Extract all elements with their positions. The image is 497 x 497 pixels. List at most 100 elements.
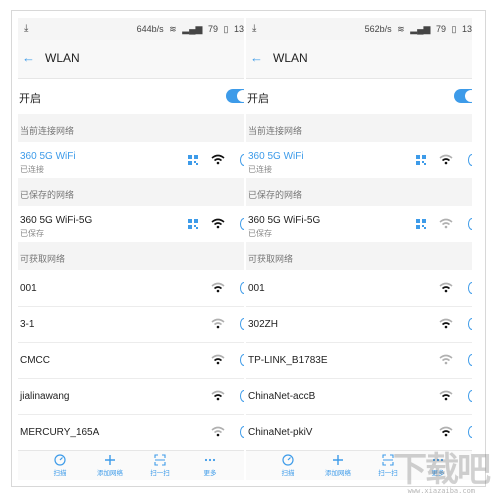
network-detail-icon[interactable] [468,318,472,330]
network-detail-icon[interactable] [240,154,244,166]
network-name: 001 [20,283,37,294]
network-item-connected[interactable]: 360 5G WiFi 已连接 [18,142,244,179]
network-name: 360 5G WiFi [248,151,304,162]
scan-button[interactable]: 扫描 [268,454,308,477]
wlan-screen-right: ⤓ 562b/s ≋ ▂▄▆ 79 ▯ 13 ← WLAN 开启 当前连接网络 … [246,18,472,480]
network-item-saved[interactable]: 360 5G WiFi-5G 已保存 [246,206,472,243]
add-network-button[interactable]: 添加网络 [90,454,130,477]
wifi-medium-icon [439,390,453,401]
wifi-medium-icon [211,390,225,401]
network-name: 360 5G WiFi [20,151,76,162]
clock: 13 [233,24,244,34]
qr-share-icon[interactable] [416,219,426,229]
network-item-available[interactable]: 3-1 [18,306,244,343]
wifi-weak-icon [439,218,453,229]
scan-icon [282,454,294,466]
wifi-medium-icon [211,354,225,365]
network-detail-icon[interactable] [468,354,472,366]
wifi-weak-icon [211,426,225,437]
network-detail-icon[interactable] [468,426,472,438]
bottom-toolbar: 扫描 添加网络 扫一扫 更多 [18,450,244,480]
network-item-available[interactable]: 302ZH [246,306,472,343]
qr-scan-icon [154,454,166,466]
network-detail-icon[interactable] [240,426,244,438]
wlan-toggle-row[interactable]: 开启 [18,78,244,114]
status-bar: ⤓ 562b/s ≋ ▂▄▆ 79 ▯ 13 [246,18,472,40]
qr-share-icon[interactable] [416,155,426,165]
network-name: 360 5G WiFi-5G [248,215,321,226]
network-item-available[interactable]: MERCURY_165A [18,414,244,451]
signal-icon: ▂▄▆ [410,24,431,34]
network-name: ChinaNet-accB [248,391,316,402]
title-bar: ← WLAN [246,40,472,79]
battery-icon: ▯ [451,24,457,34]
download-icon: ⤓ [24,23,29,34]
battery-level: 79 [435,24,446,34]
battery-level: 79 [207,24,218,34]
network-detail-icon[interactable] [468,390,472,402]
network-name: jialinawang [20,391,70,402]
network-name: MERCURY_165A [20,427,100,438]
network-status: 已保存 [248,229,272,238]
section-header-saved: 已保存的网络 [18,178,244,206]
wlan-toggle-row[interactable]: 开启 [246,78,472,114]
network-name: CMCC [20,355,50,366]
section-header-connected: 当前连接网络 [18,114,244,142]
battery-icon: ▯ [223,24,229,34]
wlan-toggle-switch[interactable] [226,89,244,103]
wifi-weak-icon [439,354,453,365]
network-detail-icon[interactable] [240,218,244,230]
wifi-status-icon: ≋ [169,24,177,34]
network-item-available[interactable]: ChinaNet-accB [246,378,472,415]
status-bar: ⤓ 644b/s ≋ ▂▄▆ 79 ▯ 13 [18,18,244,40]
network-item-saved[interactable]: 360 5G WiFi-5G 已保存 [18,206,244,243]
wlan-toggle-switch[interactable] [454,89,472,103]
network-item-available[interactable]: TP-LINK_B1783E [246,342,472,379]
network-name: 360 5G WiFi-5G [20,215,93,226]
wifi-weak-icon [211,318,225,329]
network-item-available[interactable]: CMCC [18,342,244,379]
download-icon: ⤓ [252,23,257,34]
network-item-available[interactable]: 001 [246,270,472,307]
qr-share-icon[interactable] [188,155,198,165]
plus-icon [333,455,343,465]
network-name: 3-1 [20,319,35,330]
network-detail-icon[interactable] [240,282,244,294]
wlan-screen-left: ⤓ 644b/s ≋ ▂▄▆ 79 ▯ 13 ← WLAN 开启 当前连接网络 … [18,18,244,480]
more-button[interactable]: 更多 [190,454,230,477]
more-icon [204,458,216,462]
network-detail-icon[interactable] [240,390,244,402]
add-network-button[interactable]: 添加网络 [318,454,358,477]
qr-share-icon[interactable] [188,219,198,229]
network-name: ChinaNet-pkiV [248,427,313,438]
wifi-status-icon: ≋ [397,24,405,34]
title-bar: ← WLAN [18,40,244,79]
scan-qr-button[interactable]: 扫一扫 [140,454,180,477]
network-detail-icon[interactable] [468,218,472,230]
section-header-available: 可获取网络 [18,242,244,270]
network-detail-icon[interactable] [468,282,472,294]
toggle-label: 开启 [247,93,269,105]
network-name: 302ZH [248,319,279,330]
scan-icon [54,454,66,466]
network-name: TP-LINK_B1783E [248,355,328,366]
page-title: WLAN [45,51,80,65]
section-header-connected: 当前连接网络 [246,114,472,142]
back-arrow-icon[interactable]: ← [250,50,263,65]
wifi-medium-icon [211,282,225,293]
page-title: WLAN [273,51,308,65]
network-item-connected[interactable]: 360 5G WiFi 已连接 [246,142,472,179]
wifi-strong-icon [211,218,225,229]
network-speed: 562b/s [364,24,392,34]
wifi-medium-icon [439,318,453,329]
back-arrow-icon[interactable]: ← [22,50,35,65]
network-detail-icon[interactable] [240,318,244,330]
wifi-medium-icon [439,426,453,437]
network-detail-icon[interactable] [468,154,472,166]
scan-button[interactable]: 扫描 [40,454,80,477]
network-detail-icon[interactable] [240,354,244,366]
clock: 13 [461,24,472,34]
network-item-available[interactable]: 001 [18,270,244,307]
network-item-available[interactable]: jialinawang [18,378,244,415]
network-status: 已连接 [248,165,272,174]
